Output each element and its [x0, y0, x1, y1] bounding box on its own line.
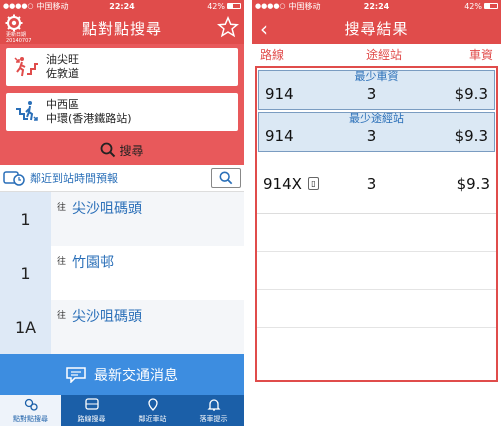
result-tag: 最少車資 [354, 70, 399, 83]
result-stops: 3 [366, 174, 377, 193]
express-info-icon: ▯ [307, 177, 319, 190]
results-column-headers: 路線 途經站 車資 [252, 44, 501, 64]
eta-route: 1 [0, 192, 51, 246]
nearby-eta-header: 鄰近到站時間預報 [0, 165, 244, 192]
message-icon [66, 366, 86, 383]
search-panel: 油尖旺 佐敦道 中西區 中環(香港鐵路站) 搜尋 [0, 44, 244, 165]
column-route: 路線 [260, 47, 285, 62]
tab-alight-reminder[interactable]: 落車提示 [183, 395, 244, 426]
bell-icon [206, 398, 221, 411]
eta-destination: 尖沙咀碼頭 [72, 201, 143, 217]
page-title: 點對點搜尋 [81, 19, 162, 38]
eta-row[interactable]: 1 往竹園邨 [0, 246, 244, 300]
back-chevron-icon[interactable]: ‹ [260, 17, 268, 41]
right-screen: ●●●●○ 中国移动 22:24 42% ‹ 搜尋結果 路線 途經站 車資 最少車… [252, 0, 501, 433]
search-button-label: 搜尋 [119, 143, 144, 158]
screen-divider [244, 0, 252, 433]
result-fare: $9.3 [454, 127, 488, 145]
eta-route: 1A [0, 300, 51, 354]
eta-to-label: 往 [57, 203, 67, 213]
left-screen: ●●●●○中国移动 22:24 42% 更新日期 20140707 點對點搜尋 [0, 0, 244, 433]
result-row-fewest-stops[interactable]: 最少途經站 914 3 $9.3 [258, 112, 495, 152]
result-route: 914 [265, 127, 294, 145]
tab-label: 鄰近車站 [138, 414, 167, 423]
eta-row[interactable]: 1A 往尖沙咀碼頭 [0, 300, 244, 354]
origin-district: 油尖旺 [46, 53, 79, 66]
update-info: 更新日期 20140707 [6, 32, 31, 44]
result-fare: $9.3 [456, 174, 490, 193]
status-bar: ●●●●○ 中国移动 22:24 42% [252, 0, 501, 12]
location-icon [147, 397, 158, 411]
tab-label: 路線搜尋 [77, 414, 106, 423]
favorite-star-icon[interactable] [217, 16, 239, 38]
search-icon [219, 171, 233, 185]
tab-nearby-stops[interactable]: 鄰近車站 [122, 395, 183, 426]
bus-route-icon [84, 397, 99, 410]
app-header: 更新日期 20140707 點對點搜尋 [0, 12, 244, 44]
eta-destination: 尖沙咀碼頭 [72, 309, 143, 325]
column-fare: 車資 [468, 47, 493, 62]
settings-button[interactable]: 更新日期 20140707 [3, 14, 43, 44]
destination-stop: 中環(香港鐵路站) [46, 112, 132, 125]
magnifier-icon [101, 142, 116, 158]
empty-row [257, 252, 496, 290]
result-stops: 3 [366, 85, 377, 103]
result-tag: 最少途經站 [349, 112, 404, 125]
page-title: 搜尋結果 [344, 19, 409, 38]
empty-row [257, 214, 496, 252]
search-button[interactable]: 搜尋 [6, 138, 238, 162]
traffic-news-button[interactable]: 最新交通消息 [0, 354, 244, 395]
battery-icon [484, 3, 498, 9]
result-row-cheapest[interactable]: 最少車資 914 3 $9.3 [258, 70, 495, 110]
results-list: 最少車資 914 3 $9.3 最少途經站 914 3 $9.3 914X ▯ 3… [255, 66, 498, 382]
status-bar: ●●●●○ 中国移动 22:24 42% [0, 0, 244, 12]
tab-label: 落車提示 [199, 414, 228, 423]
alight-bus-icon [16, 101, 38, 121]
destination-field[interactable]: 中西區 中環(香港鐵路站) [6, 93, 238, 131]
result-route: 914X [263, 174, 302, 193]
origin-field[interactable]: 油尖旺 佐敦道 [6, 48, 238, 86]
destination-district: 中西區 [46, 98, 79, 111]
column-stops: 途經站 [365, 47, 402, 62]
eta-to-label: 往 [57, 257, 67, 267]
bus-clock-icon [3, 171, 25, 186]
app-header: ‹ 搜尋結果 [252, 12, 501, 44]
eta-row[interactable]: 1 往尖沙咀碼頭 [0, 192, 244, 246]
nearby-eta-label: 鄰近到站時間預報 [30, 172, 118, 185]
result-row[interactable]: 914X ▯ 3 $9.3 [257, 154, 496, 214]
tab-bar: 點對點搜尋 路線搜尋 鄰近車站 落車提示 [0, 395, 244, 426]
eta-destination: 竹園邨 [72, 255, 115, 271]
tab-point-to-point[interactable]: 點對點搜尋 [0, 395, 61, 426]
clock: 22:24 [363, 1, 390, 11]
tab-label: 點對點搜尋 [13, 414, 48, 423]
gear-icon [5, 14, 23, 32]
result-route: 914 [265, 85, 294, 103]
origin-stop: 佐敦道 [46, 67, 79, 80]
eta-route: 1 [0, 246, 51, 300]
traffic-news-label: 最新交通消息 [94, 367, 178, 384]
empty-row [257, 290, 496, 328]
battery-icon [227, 3, 241, 9]
nearby-search-button[interactable] [211, 168, 241, 188]
result-stops: 3 [366, 127, 377, 145]
clock: 22:24 [109, 1, 135, 11]
result-fare: $9.3 [454, 85, 488, 103]
map-pin-icon [24, 398, 38, 411]
tab-route-search[interactable]: 路線搜尋 [61, 395, 122, 426]
eta-to-label: 往 [57, 311, 67, 321]
board-bus-icon [14, 57, 38, 77]
empty-row [257, 328, 496, 366]
